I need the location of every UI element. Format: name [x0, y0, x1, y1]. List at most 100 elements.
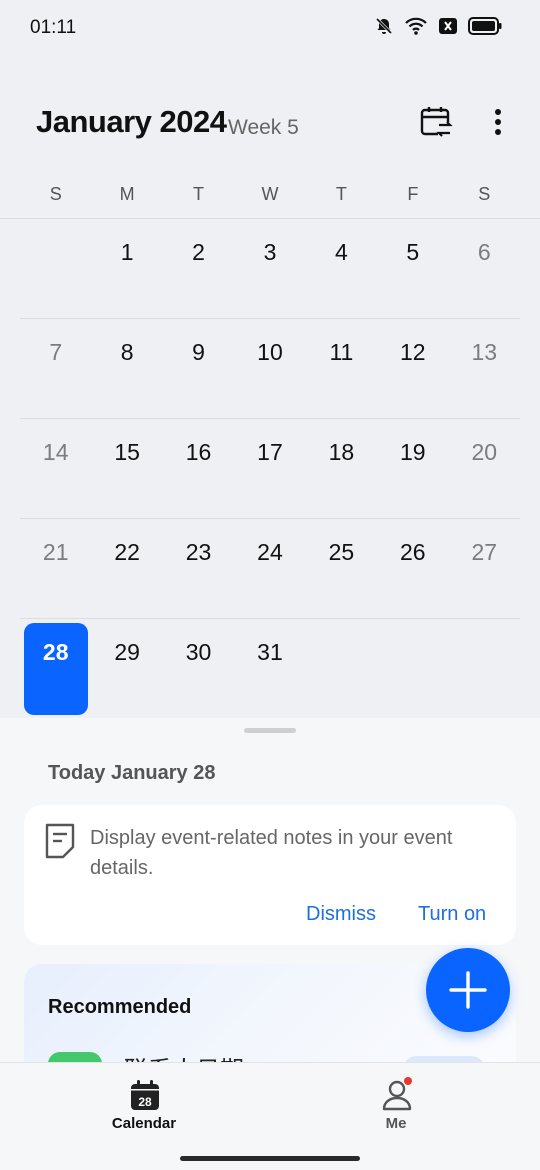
home-indicator[interactable]	[180, 1156, 360, 1161]
day-cell[interactable]: 5	[377, 219, 448, 319]
day-cell[interactable]: 16	[163, 419, 234, 519]
day-number: 22	[114, 539, 140, 565]
day-number: 4	[335, 239, 348, 265]
day-cell[interactable]: 29	[91, 619, 162, 719]
weekday-sat: S	[478, 184, 491, 204]
close-box-icon	[438, 17, 458, 35]
week-row: 28 29 30 31	[20, 619, 520, 719]
day-cell[interactable]: 23	[163, 519, 234, 619]
day-number: 16	[185, 439, 212, 465]
day-cell[interactable]: 12	[377, 319, 448, 419]
day-cell[interactable]: 20	[449, 419, 520, 519]
day-number: 18	[328, 439, 355, 465]
day-cell[interactable]: 17	[234, 419, 305, 519]
calendar-icon-date: 28	[138, 1095, 152, 1109]
day-cell[interactable]: 4	[306, 219, 377, 319]
day-cell[interactable]: 26	[377, 519, 448, 619]
day-cell[interactable]: 10	[234, 319, 305, 419]
day-number: 14	[42, 439, 69, 465]
day-cell[interactable]: 15	[91, 419, 162, 519]
status-time: 01:11	[30, 17, 77, 38]
today-date-label: Today January 28	[48, 762, 216, 784]
day-number: 28	[42, 639, 69, 665]
nav-label-me: Me	[385, 1115, 407, 1132]
day-cell-today[interactable]: 28	[20, 619, 91, 719]
day-cell[interactable]: 13	[449, 319, 520, 419]
sheet-drag-handle[interactable]	[244, 728, 296, 733]
day-cell-empty	[449, 619, 520, 719]
weekday-wed: W	[261, 184, 279, 204]
day-number: 11	[329, 339, 354, 365]
day-cell-empty	[306, 619, 377, 719]
recommended-item-icon	[48, 1052, 102, 1062]
day-cell[interactable]: 19	[377, 419, 448, 519]
day-cell[interactable]: 21	[20, 519, 91, 619]
day-number: 30	[185, 639, 212, 665]
day-cell[interactable]: 1	[91, 219, 162, 319]
day-number: 24	[257, 539, 283, 565]
day-number: 8	[120, 339, 134, 365]
day-cell[interactable]: 25	[306, 519, 377, 619]
today-highlight	[24, 623, 88, 715]
month-title[interactable]: January 2024	[36, 104, 227, 140]
day-cell[interactable]: 30	[163, 619, 234, 719]
week-row: 14 15 16 17 18 19 20	[20, 419, 520, 519]
day-cell[interactable]: 24	[234, 519, 305, 619]
nav-label-calendar: Calendar	[111, 1115, 177, 1132]
nav-item-calendar[interactable]: 28 Calendar	[84, 1077, 204, 1137]
day-number: 21	[42, 539, 69, 565]
day-number: 23	[185, 539, 212, 565]
note-icon	[44, 823, 76, 859]
week-row: 1 2 3 4 5 6	[20, 219, 520, 319]
day-cell[interactable]: 7	[20, 319, 91, 419]
wifi-icon	[404, 16, 428, 36]
day-cell[interactable]: 6	[449, 219, 520, 319]
day-cell[interactable]: 31	[234, 619, 305, 719]
status-bar: 01:11	[0, 0, 540, 56]
recommended-item-text[interactable]: 联系人日期	[124, 1050, 244, 1062]
day-cell-empty	[377, 619, 448, 719]
day-cell[interactable]: 9	[163, 319, 234, 419]
day-cell-empty	[20, 219, 91, 319]
day-number: 27	[471, 539, 498, 565]
day-number: 31	[257, 639, 283, 665]
plus-icon	[448, 970, 488, 1010]
weekday-mon: M	[119, 184, 135, 204]
day-number: 25	[328, 539, 355, 565]
day-number: 15	[114, 439, 140, 465]
day-number: 20	[471, 439, 498, 465]
week-row: 7 8 9 10 11 12 13	[20, 319, 520, 419]
weekday-header-row: S M T W T F S	[20, 184, 520, 208]
day-cell[interactable]: 2	[163, 219, 234, 319]
weekday-tue: T	[193, 184, 205, 204]
day-number: 3	[263, 239, 277, 265]
day-cell[interactable]: 18	[306, 419, 377, 519]
day-number: 26	[400, 539, 426, 565]
day-number: 17	[257, 439, 283, 465]
day-cell[interactable]: 14	[20, 419, 91, 519]
notification-badge	[404, 1077, 412, 1085]
add-event-button[interactable]	[426, 948, 510, 1032]
calendar-header: January 2024 Week 5	[0, 96, 540, 152]
day-cell[interactable]: 3	[234, 219, 305, 319]
recommended-title: Recommended	[48, 996, 192, 1018]
day-number: 5	[406, 239, 420, 265]
calendar-switch-icon	[416, 107, 456, 146]
day-cell[interactable]: 27	[449, 519, 520, 619]
day-number: 6	[477, 239, 491, 265]
weekday-thu: T	[335, 184, 347, 204]
day-number: 12	[400, 339, 426, 365]
day-number: 2	[192, 239, 205, 265]
switch-view-button[interactable]	[416, 102, 456, 142]
day-cell[interactable]: 22	[91, 519, 162, 619]
day-cell[interactable]: 8	[91, 319, 162, 419]
day-cell[interactable]: 11	[306, 319, 377, 419]
calendar-icon: 28	[130, 1079, 160, 1111]
more-options-button[interactable]	[482, 102, 514, 142]
month-grid: 1 2 3 4 5 6 7 8 9 10 11 12 13 14 15 16 1…	[20, 219, 520, 719]
turn-on-button[interactable]: Turn on	[418, 903, 486, 926]
nav-item-me[interactable]: Me	[336, 1077, 456, 1137]
bottom-navigation: 28 Calendar Me	[0, 1062, 540, 1170]
notes-tip-card: Display event-related notes in your even…	[24, 805, 516, 945]
dismiss-button[interactable]: Dismiss	[306, 903, 376, 926]
